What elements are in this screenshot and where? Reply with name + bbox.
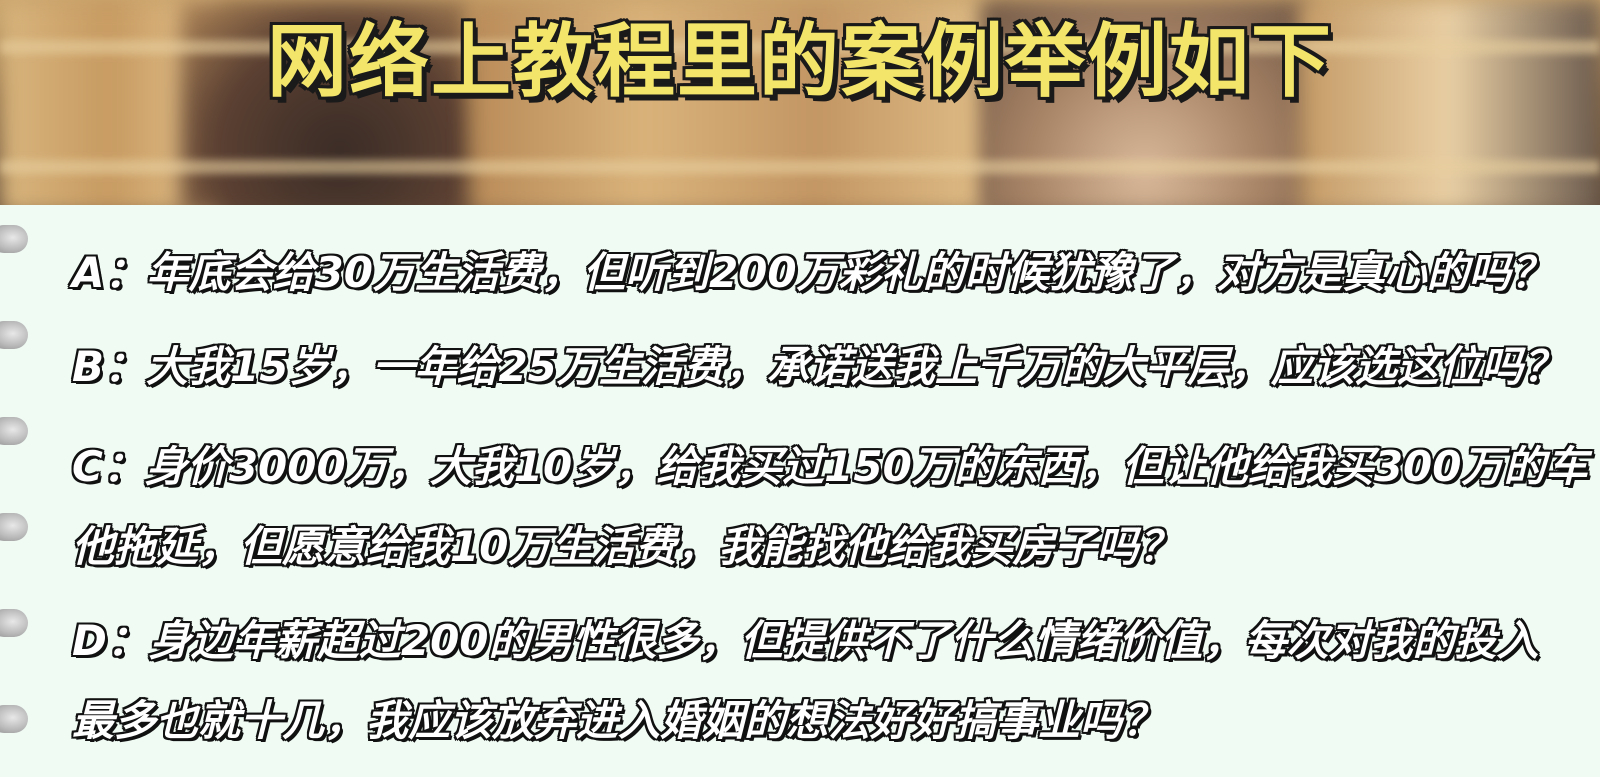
question-c: C：身价3000万，大我10岁，给我买过150万的东西，但让他给我买300万的车… bbox=[72, 427, 1588, 587]
question-d: D：身边年薪超过200的男性很多，但提供不了什么情绪价值，每次对我的投入 最多也… bbox=[72, 601, 1572, 761]
binder-hole bbox=[0, 609, 28, 637]
binder-hole bbox=[0, 321, 28, 349]
binder-hole bbox=[0, 705, 28, 733]
question-b: B：大我15岁，一年给25万生活费，承诺送我上千万的大平层，应该选这位吗？ bbox=[72, 327, 1572, 407]
background-shelf-board bbox=[0, 160, 1600, 174]
question-c-line-2: 他拖延，但愿意给我10万生活费，我能找他给我买房子吗？ bbox=[72, 522, 1181, 571]
question-a: A：年底会给30万生活费，但听到200万彩礼的时候犹豫了，对方是真心的吗？ bbox=[72, 233, 1572, 313]
binder-hole bbox=[0, 513, 28, 541]
question-a-line-1: A：年底会给30万生活费，但听到200万彩礼的时候犹豫了，对方是真心的吗？ bbox=[72, 248, 1553, 297]
binder-hole bbox=[0, 225, 28, 253]
question-d-line-2: 最多也就十几，我应该放弃进入婚姻的想法好好搞事业吗？ bbox=[72, 696, 1165, 745]
note-paper: A：年底会给30万生活费，但听到200万彩礼的时候犹豫了，对方是真心的吗？ B：… bbox=[0, 205, 1600, 777]
binder-hole bbox=[0, 417, 28, 445]
question-b-line-1: B：大我15岁，一年给25万生活费，承诺送我上千万的大平层，应该选这位吗？ bbox=[72, 342, 1565, 391]
question-d-line-1: D：身边年薪超过200的男性很多，但提供不了什么情绪价值，每次对我的投入 bbox=[72, 616, 1539, 665]
question-c-line-1: C：身价3000万，大我10岁，给我买过150万的东西，但让他给我买300万的车 bbox=[72, 442, 1588, 491]
caption-title: 网络上教程里的案例举例如下 bbox=[267, 15, 1333, 108]
